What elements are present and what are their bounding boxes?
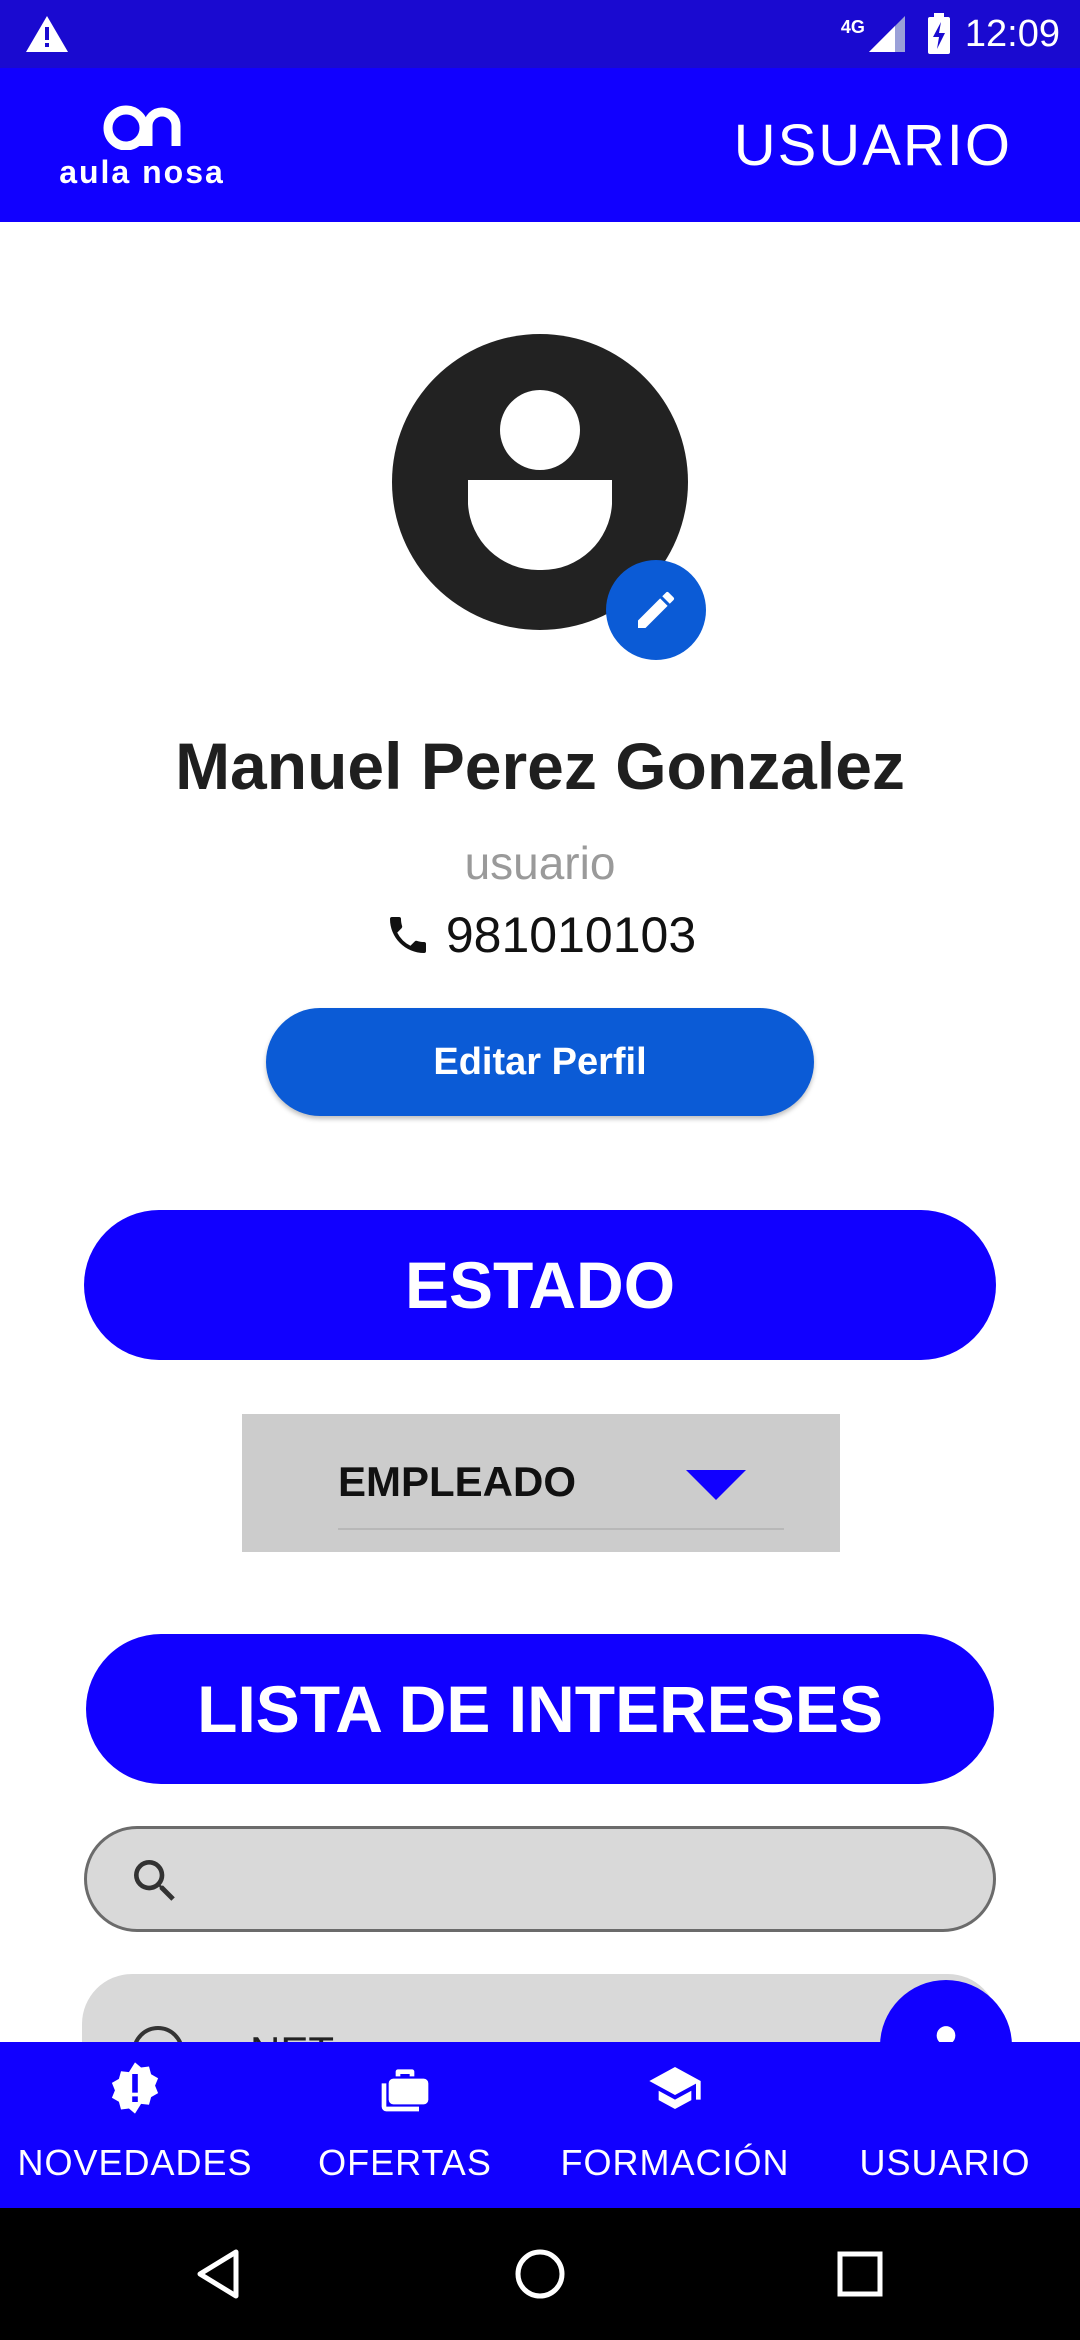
recents-icon[interactable] (832, 2246, 888, 2302)
briefcase-icon (381, 2069, 429, 2112)
estado-selected-value: EMPLEADO (338, 1458, 577, 1505)
alert-badge-icon (111, 2062, 159, 2114)
edit-profile-button[interactable]: Editar Perfil (266, 1008, 814, 1116)
system-navigation-bar (0, 2208, 1080, 2340)
avatar-section (392, 334, 706, 660)
status-indicators: 4G 12:09 (841, 8, 1060, 60)
nav-label: USUARIO (859, 2142, 1031, 2183)
dropdown-underline (338, 1528, 784, 1530)
home-icon[interactable] (512, 2246, 568, 2302)
battery-charging-icon (927, 13, 950, 54)
logo-mark-icon (103, 105, 181, 150)
signal-icon (868, 16, 905, 52)
intereses-header: LISTA DE INTERESES (86, 1634, 994, 1784)
profile-name: Manuel Perez Gonzalez (175, 729, 905, 803)
nav-label: OFERTAS (318, 2142, 492, 2183)
nav-item-ofertas[interactable]: OFERTAS (270, 2042, 540, 2208)
search-input[interactable] (84, 1826, 996, 1932)
network-type: 4G (840, 16, 865, 37)
clock: 12:09 (964, 12, 1060, 55)
nav-item-usuario[interactable]: USUARIO (810, 2042, 1080, 2208)
warning-icon (26, 16, 68, 52)
logo: aula nosa (56, 98, 228, 198)
phone-icon (389, 917, 426, 953)
nav-label: NOVEDADES (17, 2142, 253, 2183)
profile-role: usuario (464, 837, 616, 889)
phone-row: 981010103 (0, 906, 1080, 964)
logo-text: aula nosa (59, 154, 225, 190)
estado-dropdown[interactable]: EMPLEADO (242, 1414, 840, 1552)
app-bar: aula nosa USUARIO (0, 68, 1080, 222)
graduation-cap-icon (649, 2067, 701, 2109)
search-icon (134, 1860, 175, 1901)
page-title: USUARIO (733, 113, 1012, 178)
pencil-icon (638, 591, 675, 628)
back-icon[interactable] (192, 2246, 248, 2302)
phone-number: 981010103 (445, 907, 697, 963)
edit-avatar-button[interactable] (606, 560, 706, 660)
dropdown-arrow-icon (686, 1470, 746, 1500)
nav-label: FORMACIÓN (560, 2142, 790, 2183)
bottom-navigation: NOVEDADES OFERTAS FORMACIÓN USUARIO (0, 2042, 1080, 2208)
status-bar: 4G 12:09 (0, 0, 1080, 68)
estado-header: ESTADO (84, 1210, 996, 1360)
nav-item-novedades[interactable]: NOVEDADES (0, 2042, 270, 2208)
nav-item-formacion[interactable]: FORMACIÓN (540, 2042, 810, 2208)
